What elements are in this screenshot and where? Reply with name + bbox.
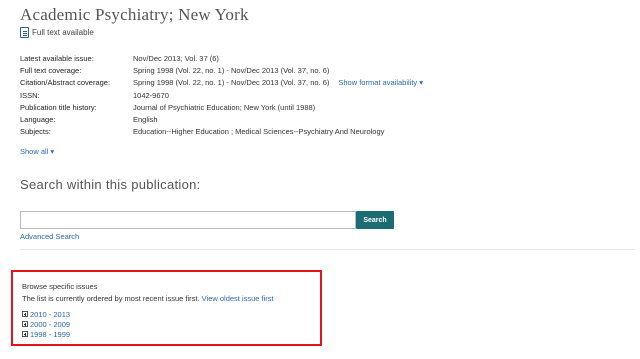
subjects-link[interactable]: Education--Higher Education ; Medical Sc… <box>133 127 384 136</box>
browse-heading: Browse specific issues <box>22 282 98 291</box>
detail-value: Journal of Psychiatric Education; New Yo… <box>133 102 316 112</box>
detail-value: 1042-9670 <box>133 90 169 100</box>
browse-order-text: The list is currently ordered by most re… <box>22 294 274 303</box>
year-range-link[interactable]: 1998 - 1999 <box>30 330 70 339</box>
detail-value: English <box>133 114 158 124</box>
show-all-link[interactable]: Show all ▾ <box>20 147 54 156</box>
detail-label: Citation/Abstract coverage: <box>20 78 111 88</box>
full-text-label: Full text available <box>32 28 94 37</box>
expand-plus-icon[interactable] <box>22 331 28 337</box>
section-divider <box>20 249 635 250</box>
detail-label: Language: <box>20 114 56 124</box>
detail-label: Subjects: <box>20 127 51 137</box>
search-input[interactable] <box>20 211 356 229</box>
detail-label: Publication title history: <box>20 102 97 112</box>
show-format-availability-link[interactable]: Show format availability ▾ <box>338 78 423 87</box>
year-range-list: 2010 - 2013 2000 - 2009 1998 - 1999 <box>22 309 70 339</box>
year-range-link[interactable]: 2000 - 2009 <box>30 320 70 329</box>
year-range-item[interactable]: 1998 - 1999 <box>22 329 70 339</box>
advanced-search-link[interactable]: Advanced Search <box>20 232 79 241</box>
detail-value: Spring 1998 (Vol. 22, no. 1) - Nov/Dec 2… <box>133 66 330 76</box>
latest-issue-link[interactable]: Nov/Dec 2013; Vol. 37 (6) <box>133 54 219 63</box>
expand-plus-icon[interactable] <box>22 311 28 317</box>
search-section-title: Search within this publication: <box>20 177 201 192</box>
year-range-item[interactable]: 2010 - 2013 <box>22 309 70 319</box>
browse-issues-box: Browse specific issues The list is curre… <box>11 270 322 346</box>
document-icon <box>20 27 29 38</box>
year-range-link[interactable]: 2010 - 2013 <box>30 310 70 319</box>
search-button[interactable]: Search <box>356 211 394 229</box>
publication-title: Academic Psychiatry; New York <box>20 5 249 24</box>
year-range-item[interactable]: 2000 - 2009 <box>22 319 70 329</box>
detail-value-group: Spring 1998 (Vol. 22, no. 1) - Nov/Dec 2… <box>133 78 423 87</box>
detail-label: Full text coverage: <box>20 66 82 76</box>
order-description: The list is currently ordered by most re… <box>22 294 200 303</box>
view-oldest-first-link[interactable]: View oldest issue first <box>202 294 274 303</box>
expand-plus-icon[interactable] <box>22 321 28 327</box>
detail-label: Latest available issue: <box>20 54 94 63</box>
detail-label: ISSN: <box>20 90 40 100</box>
detail-value: Spring 1998 (Vol. 22, no. 1) - Nov/Dec 2… <box>133 78 330 88</box>
full-text-indicator: Full text available <box>20 27 94 38</box>
